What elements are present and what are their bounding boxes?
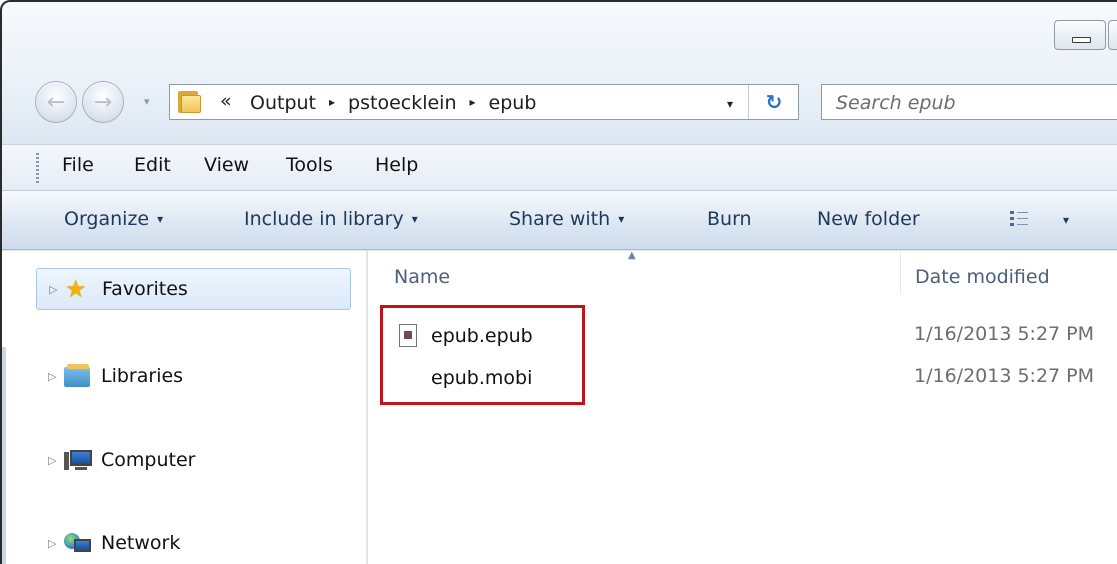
change-view-icon[interactable]	[1010, 210, 1028, 228]
include-in-library-button[interactable]: Include in library ▾	[244, 208, 418, 230]
menu-bar: File Edit View Tools Help	[2, 144, 1117, 190]
navigation-pane-edge	[2, 347, 6, 564]
menu-help[interactable]: Help	[375, 154, 418, 176]
minimize-button[interactable]	[1054, 20, 1106, 50]
explorer-window: ← → ▾ « Output ▸ pstoecklein ▸ epub ▾ ↻ …	[0, 0, 1117, 564]
back-arrow-icon: ←	[46, 89, 66, 115]
breadcrumb-separator-icon[interactable]: ▸	[470, 95, 476, 109]
refresh-icon[interactable]: ↻	[758, 88, 790, 116]
title-bar	[2, 2, 1117, 74]
search-placeholder: Search epub	[836, 92, 956, 114]
breadcrumb-separator-icon[interactable]: ▸	[329, 95, 335, 109]
column-divider[interactable]	[900, 252, 901, 294]
recent-pages-dropdown[interactable]: ▾	[144, 95, 150, 108]
view-options-dropdown-icon[interactable]: ▾	[1063, 213, 1069, 227]
menu-file[interactable]: File	[62, 154, 94, 176]
sidebar-item-label: Favorites	[102, 278, 188, 300]
chevron-down-icon: ▾	[618, 212, 625, 226]
libraries-icon	[64, 364, 92, 388]
expand-arrow-icon[interactable]: ▷	[49, 283, 65, 296]
share-with-button[interactable]: Share with ▾	[509, 208, 624, 230]
sidebar-item-label: Libraries	[101, 365, 184, 387]
sidebar-item-network[interactable]: ▷ Network	[36, 522, 180, 564]
overflow-chevron[interactable]: «	[220, 90, 232, 112]
back-button[interactable]: ←	[35, 81, 77, 123]
sidebar-item-label: Computer	[101, 449, 196, 471]
network-icon	[64, 531, 92, 555]
sort-ascending-icon: ▲	[628, 250, 636, 261]
new-folder-button[interactable]: New folder	[817, 208, 920, 230]
column-header-date-modified[interactable]: Date modified	[915, 266, 1050, 288]
breadcrumb-output[interactable]: Output	[250, 92, 316, 114]
expand-arrow-icon[interactable]: ▷	[48, 454, 64, 467]
breadcrumb: Output ▸ pstoecklein ▸ epub	[250, 91, 536, 115]
file-list	[368, 251, 1117, 564]
computer-icon	[64, 448, 92, 472]
breadcrumb-pstoecklein[interactable]: pstoecklein	[348, 92, 456, 114]
sidebar-item-label: Network	[101, 532, 181, 554]
sidebar-item-computer[interactable]: ▷ Computer	[36, 439, 195, 481]
chevron-down-icon: ▾	[411, 212, 418, 226]
breadcrumb-epub[interactable]: epub	[489, 92, 537, 114]
sidebar-item-favorites[interactable]: ▷ ★ Favorites	[36, 268, 351, 310]
forward-arrow-icon: →	[93, 89, 113, 115]
folder-icon	[178, 91, 202, 113]
file-date-modified: 1/16/2013 5:27 PM	[914, 365, 1095, 387]
menu-tools[interactable]: Tools	[286, 154, 333, 176]
address-dropdown-icon[interactable]: ▾	[727, 97, 733, 111]
chevron-down-icon: ▾	[157, 212, 164, 226]
command-bar: Organize ▾ Include in library ▾ Share with…	[2, 190, 1117, 250]
expand-arrow-icon[interactable]: ▷	[48, 370, 64, 383]
address-bar[interactable]: « Output ▸ pstoecklein ▸ epub ▾ ↻	[169, 84, 799, 120]
column-header-name[interactable]: Name	[394, 266, 450, 288]
address-divider	[748, 85, 749, 119]
highlight-annotation	[380, 305, 585, 405]
forward-button[interactable]: →	[82, 81, 124, 123]
burn-button[interactable]: Burn	[707, 208, 752, 230]
sidebar-item-libraries[interactable]: ▷ Libraries	[36, 355, 183, 397]
maximize-button[interactable]	[1108, 20, 1117, 50]
menu-view[interactable]: View	[204, 154, 249, 176]
expand-arrow-icon[interactable]: ▷	[48, 537, 64, 550]
organize-button[interactable]: Organize ▾	[64, 208, 163, 230]
search-input[interactable]: Search epub	[821, 84, 1117, 120]
file-date-modified: 1/16/2013 5:27 PM	[914, 323, 1095, 345]
star-icon: ★	[65, 275, 87, 303]
menu-edit[interactable]: Edit	[134, 154, 171, 176]
menubar-grip	[36, 153, 39, 183]
